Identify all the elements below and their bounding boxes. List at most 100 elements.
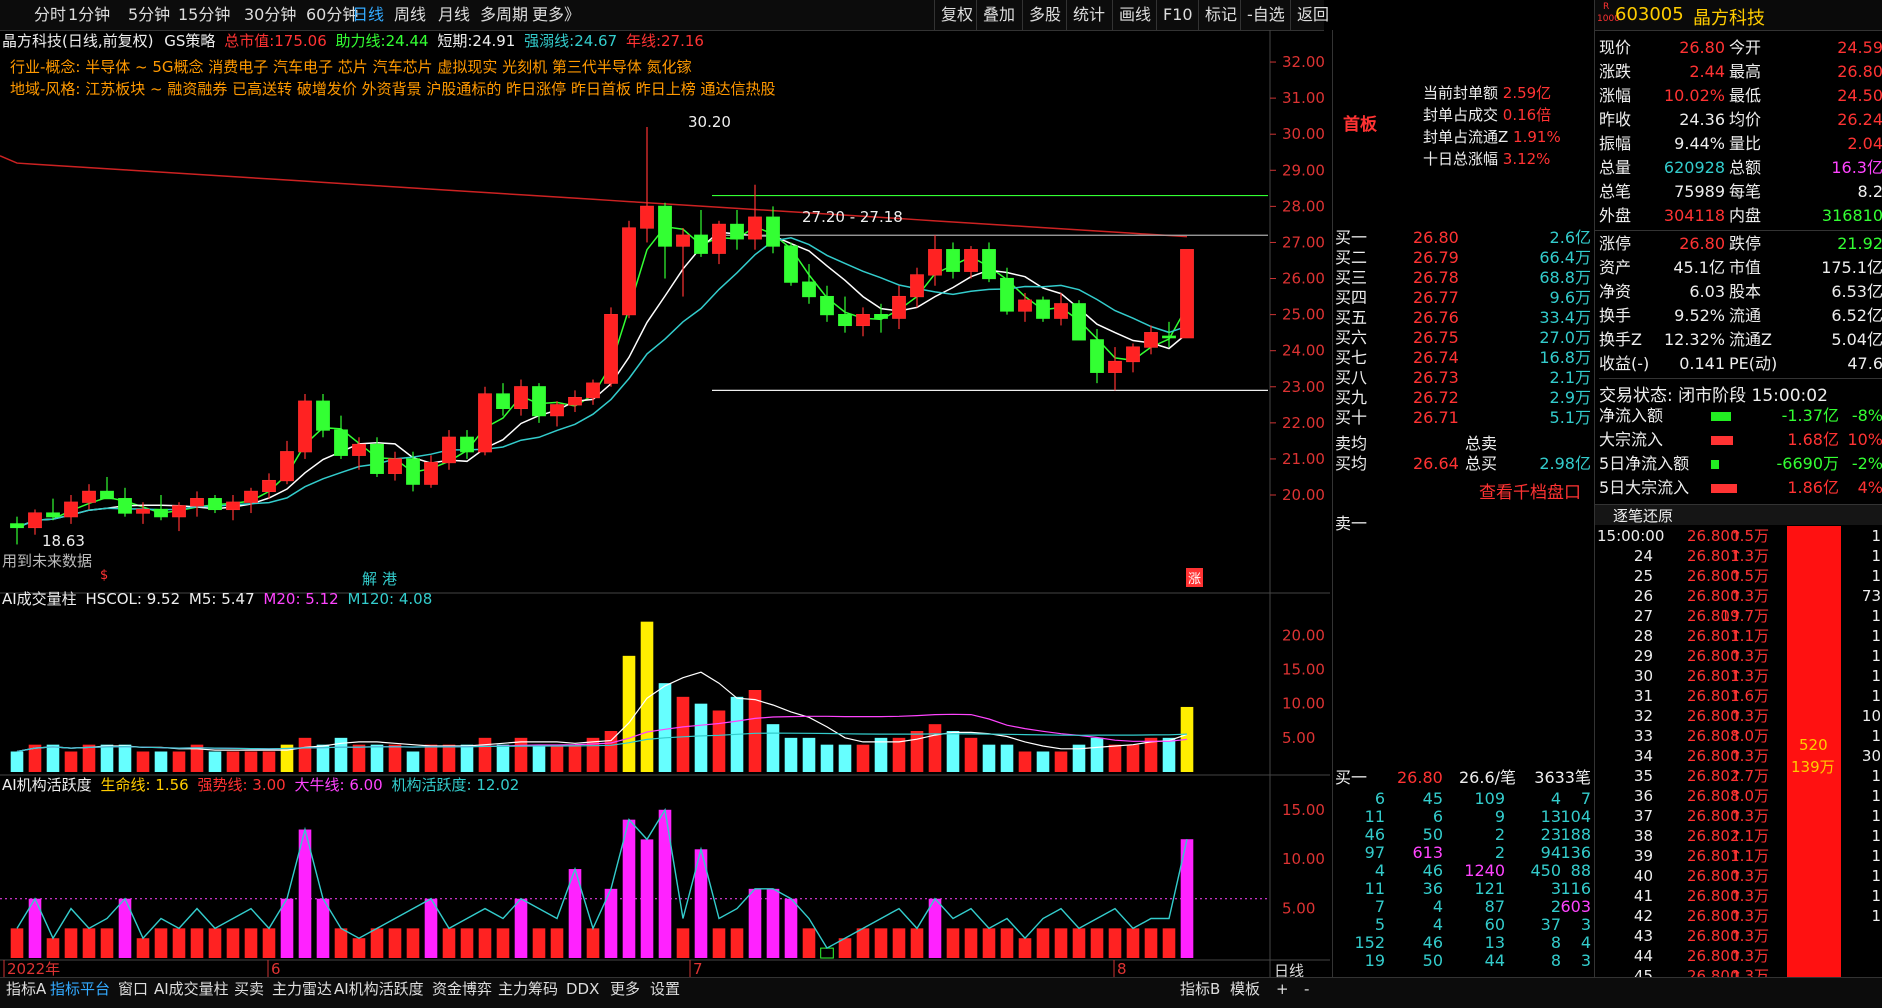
- candle: [190, 491, 204, 517]
- candle: [352, 437, 366, 470]
- price-tick-label: 20.00: [1282, 486, 1325, 504]
- indicator-tab[interactable]: 指标A: [2, 978, 50, 1000]
- candle: [118, 487, 132, 517]
- price-tick-label: 25.00: [1282, 306, 1325, 324]
- period-tab[interactable]: 周线: [388, 0, 432, 30]
- queue-cell: 13: [1484, 933, 1505, 952]
- volume-bar: [118, 744, 132, 772]
- candle: [586, 379, 600, 405]
- total-buy-label: 总买: [1465, 454, 1498, 473]
- period-tab[interactable]: 15分钟: [172, 0, 236, 30]
- indicator-tab[interactable]: 主力雷达: [268, 978, 336, 1000]
- hk-marker: 港: [382, 570, 398, 588]
- more-depth-link[interactable]: 查看千档盘口: [1479, 478, 1581, 503]
- indicator-right-tab[interactable]: +: [1272, 978, 1293, 1000]
- volume-bar: [874, 737, 888, 772]
- queue-cell: 9: [1494, 807, 1505, 826]
- period-tab[interactable]: 5分钟: [122, 0, 176, 30]
- candle-body: [1036, 299, 1050, 319]
- toolbar-button[interactable]: 画线: [1112, 0, 1157, 30]
- indicator-tab[interactable]: 资金博弈: [428, 978, 496, 1000]
- candle-fill: [622, 228, 636, 315]
- candle-fill: [928, 249, 942, 275]
- period-tab[interactable]: 30分钟: [238, 0, 302, 30]
- quote-row: 涨跌 2.44 最高 26.80: [1595, 60, 1882, 84]
- toolbar-button[interactable]: 多股: [1022, 0, 1067, 30]
- indicator-tab[interactable]: 指标平台: [46, 978, 114, 1000]
- tick-row: 31 26.80↑ 1.6万 1: [1595, 686, 1882, 706]
- candle: [1018, 292, 1032, 322]
- indicator-tab[interactable]: 主力筹码: [494, 978, 562, 1000]
- period-tab[interactable]: 月线: [432, 0, 476, 30]
- period-tab[interactable]: 1分钟: [62, 0, 116, 30]
- indicator-right-tab[interactable]: 模板: [1226, 978, 1264, 1000]
- tick-row: 42 26.80↑ 0.3万 1: [1595, 906, 1882, 926]
- toolbar-button[interactable]: 复权: [934, 0, 979, 30]
- quote-row: 总量 620928 总额 16.3亿: [1595, 156, 1882, 180]
- toolbar-button[interactable]: -自选: [1240, 0, 1291, 30]
- period-tab[interactable]: 更多》: [526, 0, 586, 30]
- candle: [514, 379, 528, 416]
- quote-label: 涨幅: [1599, 86, 1632, 105]
- tick-volume: 0.5万: [1730, 527, 1769, 545]
- toolbar-button[interactable]: 返回: [1290, 0, 1335, 30]
- activity-bar: [532, 928, 546, 958]
- seal-stat-label: 封单占成交: [1423, 106, 1503, 124]
- flow-value: -6690万: [1776, 454, 1840, 473]
- quote-row: 振幅 9.44% 量比 2.04: [1595, 132, 1882, 156]
- toolbar-button[interactable]: 统计: [1066, 0, 1111, 30]
- queue-cell: 97: [1364, 843, 1385, 862]
- candle: [1072, 300, 1086, 341]
- tick-time: 33: [1633, 727, 1653, 745]
- queue-count: 3633笔: [1534, 768, 1591, 787]
- activity-bar: [208, 928, 222, 958]
- indicator-tab[interactable]: 更多: [606, 978, 644, 1000]
- quote-label: 每笔: [1729, 182, 1762, 201]
- candle: [208, 495, 222, 514]
- indicator-tab[interactable]: 窗口: [114, 978, 152, 1000]
- indicator-tab[interactable]: AI机构活跃度: [330, 978, 428, 1000]
- queue-cell: 11: [1364, 807, 1385, 826]
- concept-line: 行业-概念: 半导体 ~ 5G概念 消费电子 汽车电子 芯片 汽车芯片 虚拟现实…: [10, 58, 692, 76]
- indicator-tab[interactable]: DDX: [562, 978, 603, 1000]
- queue-cell: 116: [1560, 879, 1591, 898]
- candle-body: [1000, 277, 1014, 312]
- tick-time: 44: [1633, 947, 1653, 965]
- activity-bar: [244, 928, 258, 958]
- tick-time: 28: [1633, 627, 1653, 645]
- toolbar-button[interactable]: 叠加: [976, 0, 1021, 30]
- tick-count: 1: [1871, 827, 1881, 845]
- candle-body: [496, 393, 510, 410]
- indicator-tab[interactable]: AI成交量柱: [150, 978, 233, 1000]
- tick-time: 38: [1633, 827, 1653, 845]
- queue-row: 6 45 109 4 7: [1333, 790, 1595, 808]
- period-tab[interactable]: 日线: [346, 0, 390, 30]
- quote-value: 24.36: [1679, 110, 1725, 129]
- toolbar-button[interactable]: 标记: [1198, 0, 1243, 30]
- quote-row: 收益(-) 0.141 PE(动) 47.6: [1595, 352, 1882, 376]
- candle-fill: [424, 462, 438, 485]
- queue-cell: 188: [1560, 825, 1591, 844]
- act-tick-label: 5.00: [1282, 900, 1315, 918]
- indicator-tab[interactable]: 设置: [646, 978, 684, 1000]
- volume-bar: [64, 751, 78, 772]
- bid-row[interactable]: 买十 26.71 5.1万: [1333, 406, 1595, 430]
- vol-m5: M5: 5.47: [188, 590, 255, 608]
- activity-bar: [640, 839, 654, 958]
- indicator-right-tab[interactable]: 指标B: [1176, 978, 1224, 1000]
- period-tab[interactable]: 多周期: [474, 0, 534, 30]
- flow-bar: [1711, 460, 1719, 469]
- indicator-tab[interactable]: 买卖: [230, 978, 268, 1000]
- queue-cell: 60: [1484, 915, 1505, 934]
- tick-volume: 0.3万: [1730, 747, 1769, 765]
- tick-count: 1: [1871, 767, 1881, 785]
- activity-bar: [172, 928, 186, 958]
- activity-bar: [280, 898, 294, 958]
- volume-bar: [1090, 737, 1104, 772]
- candle-fill: [262, 480, 276, 492]
- kline-chart[interactable]: 32.00 31.00 30.00 29.00 28.00 27.00 26.00 25.00…: [0, 30, 1330, 977]
- indicator-right-tab[interactable]: -: [1300, 978, 1313, 1000]
- toolbar-button[interactable]: F10: [1156, 0, 1199, 30]
- r-tag: R: [1603, 2, 1610, 12]
- candle-body: [982, 249, 996, 280]
